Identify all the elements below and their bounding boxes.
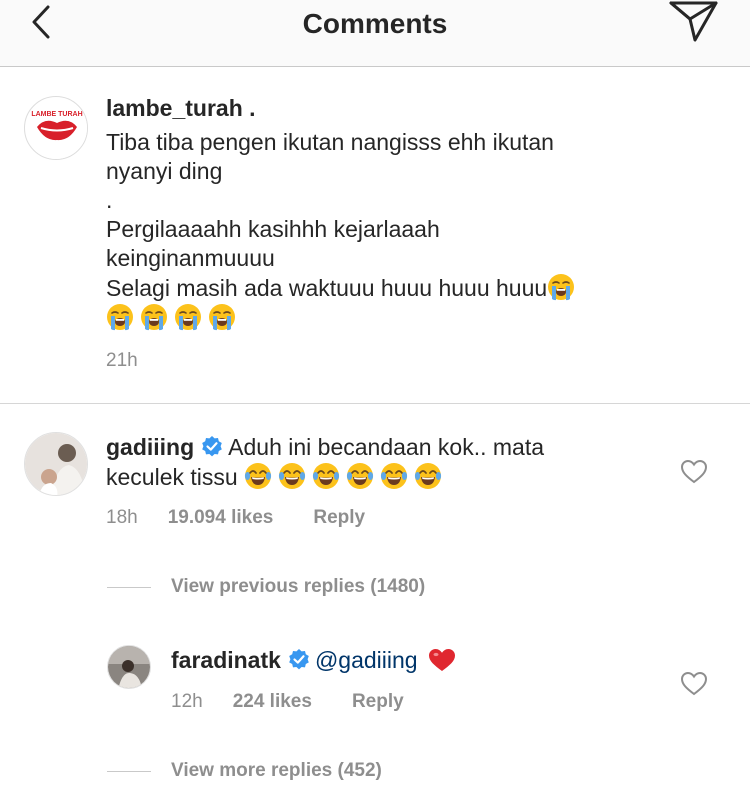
tears-of-joy-face-icon: [278, 463, 306, 489]
svg-text:LAMBE TURAH: LAMBE TURAH: [31, 111, 82, 118]
comment-text-line1: Aduh ini becandaan kok.. mata: [228, 434, 544, 460]
comment-text-line2: keculek tissu: [106, 464, 238, 490]
paper-plane-icon: [669, 1, 718, 42]
view-previous-replies-link[interactable]: View previous replies (1480): [171, 576, 425, 598]
caption-username[interactable]: lambe_turah .: [106, 95, 256, 122]
user-photo-icon: [25, 433, 87, 495]
divider-line: [107, 771, 151, 772]
verified-badge-icon: [202, 436, 222, 457]
heart-icon[interactable]: [680, 670, 708, 698]
comment-likes[interactable]: 19.094 likes: [168, 507, 274, 528]
reply-likes[interactable]: 224 likes: [233, 691, 312, 712]
lips-logo-icon: LAMBE TURAH: [26, 98, 87, 159]
avatar[interactable]: [107, 645, 151, 689]
tears-of-joy-face-icon: [414, 463, 442, 489]
user-photo-icon: [108, 646, 150, 688]
caption-text: Tiba tiba pengen ikutan nangisss ehh iku…: [106, 128, 646, 333]
loudly-crying-face-icon: [548, 274, 575, 301]
reply-username[interactable]: faradinatk: [171, 647, 281, 673]
share-button[interactable]: [668, 0, 720, 44]
tears-of-joy-face-icon: [380, 463, 408, 489]
top-nav-bar: Comments: [0, 0, 750, 67]
reply-button[interactable]: Reply: [313, 507, 365, 528]
page-title: Comments: [302, 8, 448, 39]
comment-meta: 18h 19.094 likes Reply: [106, 507, 405, 529]
comment-timestamp: 18h: [106, 507, 138, 528]
reply-meta: 12h 224 likes Reply: [171, 691, 444, 713]
tears-of-joy-face-icon: [244, 463, 272, 489]
lambe-turah-logo-avatar[interactable]: LAMBE TURAH: [24, 96, 88, 160]
red-heart-emoji-icon: [428, 649, 455, 671]
tears-of-joy-face-icon: [312, 463, 340, 489]
caption-timestamp: 21h: [106, 350, 138, 371]
loudly-crying-face-icon: [107, 304, 133, 331]
reply-text: faradinatk @gadiiing: [171, 646, 651, 675]
reply-timestamp: 12h: [171, 691, 203, 712]
crying-emoji-icon: [547, 274, 581, 301]
loudly-crying-face-icon: [175, 304, 201, 331]
view-more-replies-link[interactable]: View more replies (452): [171, 760, 382, 782]
mention-link[interactable]: @gadiiing: [315, 647, 418, 673]
tears-of-joy-face-icon: [346, 463, 374, 489]
heart-icon[interactable]: [680, 458, 708, 486]
comment-username[interactable]: gadiiing: [106, 434, 194, 460]
avatar[interactable]: [24, 432, 88, 496]
loudly-crying-face-icon: [141, 304, 167, 331]
comment-text: gadiiing Aduh ini becandaan kok.. mata ke…: [106, 433, 666, 492]
verified-badge-icon: [289, 649, 309, 670]
reply-button[interactable]: Reply: [352, 691, 404, 712]
loudly-crying-face-icon: [209, 304, 235, 331]
laughing-emoji-row: [244, 463, 448, 490]
divider-line: [107, 587, 151, 588]
crying-emoji-row: [106, 304, 242, 331]
